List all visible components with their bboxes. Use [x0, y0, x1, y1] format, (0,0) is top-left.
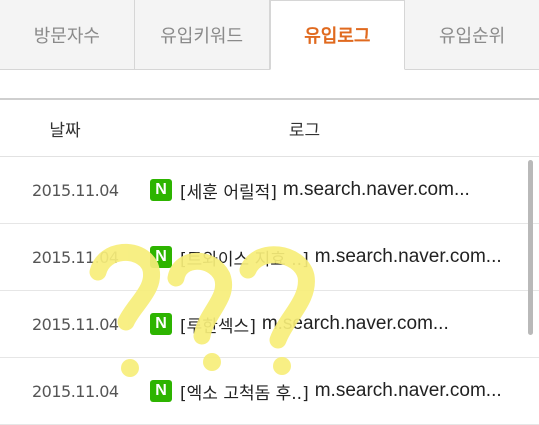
table-row[interactable]: 2015.11.04 N [세훈 어릴적] m.search.naver.com… [0, 157, 539, 224]
tab-inflow-log[interactable]: 유입로그 [269, 0, 406, 70]
table-row[interactable]: 2015.11.04 N [루한섹스] m.search.naver.com..… [0, 291, 539, 358]
tab-bar: 방문자수 유입키워드 유입로그 유입순위 [0, 0, 539, 70]
row-date: 2015.11.04 [32, 381, 119, 401]
search-keyword: [트와이스 지효 ..] [180, 249, 309, 270]
tab-inflow-keywords[interactable]: 유입키워드 [134, 0, 270, 70]
row-date: 2015.11.04 [32, 314, 119, 334]
column-header-log: 로그 [288, 120, 321, 141]
tab-inflow-ranking[interactable]: 유입순위 [405, 0, 539, 70]
referrer-url[interactable]: m.search.naver.com... [283, 179, 470, 201]
search-keyword: [엑소 고척돔 후..] [180, 383, 309, 404]
naver-icon: N [150, 380, 172, 402]
search-keyword: [루한섹스] [180, 316, 256, 337]
vertical-scrollbar[interactable] [528, 160, 533, 335]
referrer-url[interactable]: m.search.naver.com... [315, 246, 502, 268]
table-header: 날짜 로그 [0, 100, 539, 157]
row-date: 2015.11.04 [32, 180, 119, 200]
naver-icon: N [150, 179, 172, 201]
search-keyword: [세훈 어릴적] [180, 182, 277, 203]
row-log[interactable]: N [세훈 어릴적] m.search.naver.com... [140, 178, 539, 203]
table-row[interactable]: 2015.11.04 N [트와이스 지효 ..] m.search.naver… [0, 224, 539, 291]
referrer-url[interactable]: m.search.naver.com... [315, 380, 502, 402]
row-log[interactable]: N [트와이스 지효 ..] m.search.naver.com... [140, 245, 539, 270]
row-date: 2015.11.04 [32, 247, 119, 267]
row-log[interactable]: N [루한섹스] m.search.naver.com... [140, 312, 539, 337]
referrer-url[interactable]: m.search.naver.com... [262, 313, 449, 335]
table-row[interactable]: 2015.11.04 N [엑소 고척돔 후..] m.search.naver… [0, 358, 539, 425]
inflow-log-table: 날짜 로그 2015.11.04 N [세훈 어릴적] m.search.nav… [0, 98, 539, 425]
column-header-date: 날짜 [49, 120, 81, 141]
tab-visitors[interactable]: 방문자수 [0, 0, 135, 70]
naver-icon: N [150, 246, 172, 268]
row-log[interactable]: N [엑소 고척돔 후..] m.search.naver.com... [140, 379, 539, 404]
naver-icon: N [150, 313, 172, 335]
